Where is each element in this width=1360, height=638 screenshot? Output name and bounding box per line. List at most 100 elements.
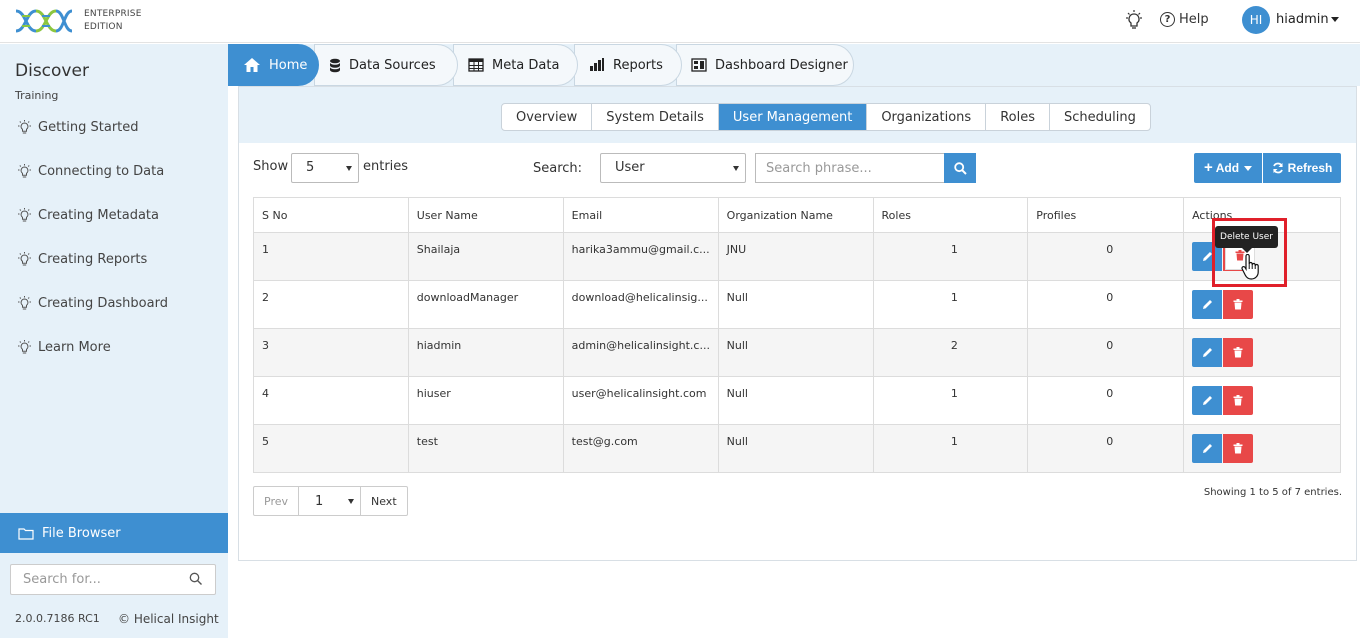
sidebar-item-learn-more[interactable]: Learn More — [17, 340, 111, 355]
sidebar-item-creating-reports[interactable]: Creating Reports — [17, 252, 147, 267]
dropdown-arrow-icon — [346, 166, 352, 171]
tab-data-sources[interactable]: Data Sources — [314, 44, 458, 86]
sidebar-item-label: Creating Dashboard — [38, 296, 168, 311]
search-field-select[interactable]: User — [600, 153, 746, 183]
cell-profiles: 0 — [1027, 232, 1185, 281]
dropdown-arrow-icon — [348, 499, 354, 504]
edit-user-button[interactable] — [1192, 338, 1223, 367]
version-text: 2.0.0.7186 RC1 — [15, 612, 100, 625]
search-phrase-input[interactable] — [756, 154, 942, 182]
subtab-scheduling[interactable]: Scheduling — [1050, 104, 1150, 130]
sidebar: Discover Training Getting Started Connec… — [0, 44, 228, 638]
cell-actions — [1183, 376, 1341, 425]
user-menu[interactable]: hiadmin — [1276, 12, 1339, 27]
bulb-icon — [18, 340, 31, 354]
cell-actions — [1183, 280, 1341, 329]
sidebar-item-label: Creating Reports — [38, 252, 148, 267]
table-row: 2 downloadManager download@helicalinsig.… — [253, 280, 1341, 329]
tab-meta-data[interactable]: Meta Data — [453, 44, 578, 86]
column-header[interactable]: Roles — [872, 197, 1029, 233]
sidebar-item-creating-metadata[interactable]: Creating Metadata — [17, 208, 159, 223]
column-header[interactable]: User Name — [407, 197, 564, 233]
edit-user-button[interactable] — [1192, 434, 1223, 463]
avatar[interactable]: HI — [1242, 6, 1270, 34]
delete-user-button[interactable] — [1223, 338, 1254, 367]
subtab-roles[interactable]: Roles — [986, 104, 1050, 130]
cell-organization: Null — [717, 376, 874, 425]
trash-icon — [1233, 299, 1243, 310]
tab-home[interactable]: Home — [228, 44, 319, 86]
delete-user-button[interactable] — [1223, 290, 1254, 319]
tab-label: Meta Data — [492, 57, 560, 73]
pencil-icon — [1202, 300, 1212, 309]
file-browser-button[interactable]: File Browser — [0, 513, 228, 553]
cell-profiles: 0 — [1027, 328, 1185, 377]
sidebar-search-input[interactable] — [11, 565, 181, 594]
tab-label: Data Sources — [349, 57, 436, 73]
cell-email: harika3ammu@gmail.c... — [562, 232, 719, 281]
pencil-icon — [1202, 348, 1212, 357]
search-button[interactable] — [944, 153, 976, 183]
tab-label: Home — [269, 57, 308, 73]
sidebar-title: Discover — [15, 61, 89, 81]
column-header[interactable]: Profiles — [1027, 197, 1185, 233]
help-label: Help — [1179, 12, 1209, 27]
prev-page-button[interactable]: Prev — [254, 487, 299, 515]
file-browser-label: File Browser — [42, 525, 121, 541]
help-link[interactable]: ? Help — [1160, 12, 1209, 27]
subtab-overview[interactable]: Overview — [502, 104, 593, 130]
chevron-down-icon — [1330, 17, 1339, 22]
tab-label: Dashboard Designer — [715, 57, 848, 73]
add-button[interactable]: + Add — [1194, 153, 1262, 183]
page-select[interactable]: 1 — [299, 487, 361, 515]
sidebar-item-creating-dashboard[interactable]: Creating Dashboard — [17, 296, 168, 311]
bulb-icon[interactable] — [1124, 10, 1144, 32]
tab-reports[interactable]: Reports — [574, 44, 682, 86]
entries-select[interactable]: 5 — [291, 153, 359, 183]
cell-email: download@helicalinsig... — [562, 280, 719, 329]
column-header[interactable]: Email — [562, 197, 719, 233]
cell-profiles: 0 — [1027, 280, 1185, 329]
subtab-organizations[interactable]: Organizations — [867, 104, 987, 130]
sidebar-item-getting-started[interactable]: Getting Started — [17, 120, 139, 135]
subtab-bar: Overview System Details User Management … — [239, 87, 1356, 143]
subtab-user-management[interactable]: User Management — [718, 104, 868, 130]
search-icon[interactable] — [189, 572, 203, 586]
edit-user-button[interactable] — [1192, 290, 1223, 319]
edit-user-button[interactable] — [1192, 386, 1223, 415]
database-icon — [330, 58, 340, 72]
column-header[interactable]: Organization Name — [717, 197, 874, 233]
cell-roles: 1 — [872, 280, 1029, 329]
delete-user-button[interactable] — [1223, 434, 1254, 463]
pencil-icon — [1202, 444, 1212, 453]
cell-username: hiuser — [407, 376, 564, 425]
main-tab-bar: Dashboard Designer Reports Meta Data Dat… — [228, 44, 1360, 86]
column-header[interactable]: S No — [253, 197, 409, 233]
username: hiadmin — [1276, 12, 1329, 27]
cell-sno: 3 — [253, 328, 409, 377]
bulb-icon — [18, 120, 31, 134]
pencil-icon — [1202, 396, 1212, 405]
tab-label: Reports — [613, 57, 663, 73]
show-label: Show — [253, 159, 289, 174]
cell-profiles: 0 — [1027, 424, 1185, 473]
chevron-down-icon — [1244, 165, 1253, 171]
trash-icon — [1233, 395, 1243, 406]
refresh-button[interactable]: Refresh — [1263, 153, 1341, 183]
subtab-group: Overview System Details User Management … — [501, 103, 1151, 131]
cell-roles: 1 — [872, 376, 1029, 425]
cell-username: hiadmin — [407, 328, 564, 377]
next-page-button[interactable]: Next — [361, 487, 407, 515]
sidebar-item-connecting-to-data[interactable]: Connecting to Data — [17, 164, 164, 179]
delete-user-button[interactable] — [1223, 386, 1254, 415]
tab-dashboard-designer[interactable]: Dashboard Designer — [676, 44, 854, 86]
cell-username: test — [407, 424, 564, 473]
user-management-panel: Overview System Details User Management … — [238, 86, 1357, 561]
table-row: 5 test test@g.com Null 1 0 — [253, 424, 1341, 473]
sidebar-item-label: Creating Metadata — [38, 208, 159, 223]
helical-logo[interactable] — [14, 8, 74, 34]
entries-label: entries — [363, 159, 409, 174]
subtab-system-details[interactable]: System Details — [592, 104, 719, 130]
dashboard-icon — [691, 58, 707, 72]
bulb-icon — [18, 296, 31, 310]
